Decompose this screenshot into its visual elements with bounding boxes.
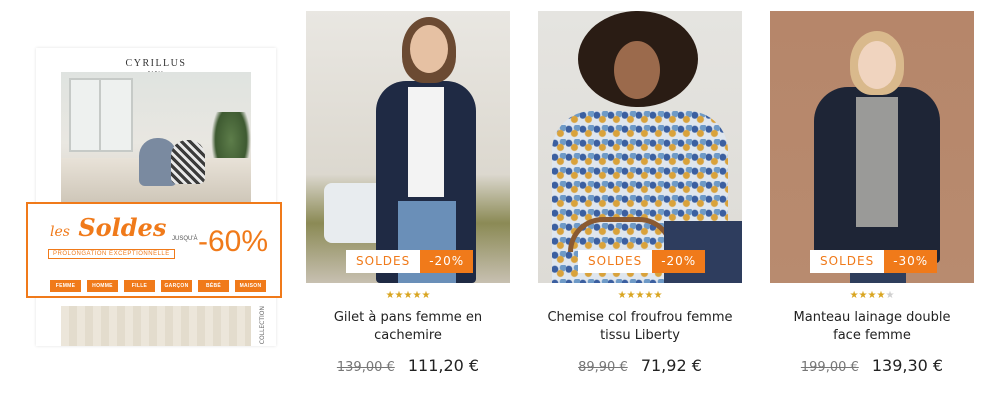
soldes-label: SOLDES: [578, 250, 653, 273]
soldes-title-text: Soldes: [78, 213, 167, 242]
brand-name: CYRILLUS: [125, 58, 187, 69]
category-homme-button[interactable]: HOMME: [87, 280, 118, 292]
soldes-box[interactable]: les Soldes PROLONGATION EXCEPTIONNELLE J…: [26, 202, 282, 298]
product-image[interactable]: SOLDES -20%: [306, 11, 510, 283]
star-icons: ★★★★★: [385, 290, 431, 301]
product-name-line-1: Chemise col froufrou femme: [547, 310, 733, 325]
product-name-line-2: face femme: [833, 328, 911, 343]
discount-value: -20%: [420, 250, 474, 273]
category-femme-button[interactable]: FEMME: [50, 280, 81, 292]
collection-label: COLLECTION: [259, 306, 266, 345]
product-price: 139,00 € 111,20 €: [306, 356, 510, 375]
category-bebe-button[interactable]: BÉBÉ: [198, 280, 229, 292]
product-name[interactable]: Gilet à pans femme en cachemire: [306, 309, 510, 345]
star-icons: ★★★★★: [617, 290, 663, 301]
sale-price: 139,30 €: [871, 356, 944, 375]
discount-badge: SOLDES -30%: [810, 250, 938, 273]
promo-photo-bottom: [61, 306, 251, 346]
old-price: 139,00 €: [336, 360, 395, 375]
product-card[interactable]: SOLDES -20% ★★★★★ Chemise col froufrou f…: [538, 11, 742, 375]
soldes-prefix: les: [50, 224, 70, 240]
discount-badge: SOLDES -20%: [346, 250, 474, 273]
product-name-line-1: Manteau lainage double: [793, 310, 951, 325]
empty-star-icon: ★: [885, 290, 895, 301]
product-image[interactable]: SOLDES -30%: [770, 11, 974, 283]
category-buttons: FEMME HOMME FILLE GARÇON BÉBÉ MAISON: [50, 280, 266, 292]
star-icons: ★★★★: [849, 290, 886, 301]
rating-stars: ★★★★★: [770, 290, 974, 302]
rating-stars: ★★★★★: [306, 290, 510, 302]
product-card[interactable]: SOLDES -30% ★★★★★ Manteau lainage double…: [770, 11, 974, 375]
old-price: 199,00 €: [800, 360, 859, 375]
product-name[interactable]: Chemise col froufrou femme tissu Liberty: [538, 309, 742, 345]
product-card[interactable]: SOLDES -20% ★★★★★ Gilet à pans femme en …: [306, 11, 510, 375]
discount-percent: -60%: [198, 225, 269, 258]
soldes-label: SOLDES: [810, 250, 885, 273]
soldes-title: les Soldes: [50, 216, 166, 244]
product-image[interactable]: SOLDES -20%: [538, 11, 742, 283]
promo-photo: [61, 72, 251, 202]
category-maison-button[interactable]: MAISON: [235, 280, 266, 292]
soldes-label: SOLDES: [346, 250, 421, 273]
product-name[interactable]: Manteau lainage double face femme: [770, 309, 974, 345]
category-fille-button[interactable]: FILLE: [124, 280, 155, 292]
prolongation-label: PROLONGATION EXCEPTIONNELLE: [48, 249, 175, 259]
promo-banner[interactable]: CYRILLUS PARIS Habille vos histoires dep…: [36, 48, 276, 346]
rating-stars: ★★★★★: [538, 290, 742, 302]
sale-price: 111,20 €: [407, 356, 480, 375]
discount-badge: SOLDES -20%: [578, 250, 706, 273]
discount-value: -30%: [884, 250, 938, 273]
product-name-line-2: cachemire: [374, 328, 442, 343]
jusqua-label: JUSQU'À: [172, 236, 198, 242]
old-price: 89,90 €: [578, 360, 628, 375]
sale-price: 71,92 €: [640, 356, 702, 375]
product-name-line-2: tissu Liberty: [600, 328, 680, 343]
product-price: 199,00 € 139,30 €: [770, 356, 974, 375]
product-price: 89,90 € 71,92 €: [538, 356, 742, 375]
product-name-line-1: Gilet à pans femme en: [333, 310, 483, 325]
discount-value: -20%: [652, 250, 706, 273]
category-garcon-button[interactable]: GARÇON: [161, 280, 192, 292]
